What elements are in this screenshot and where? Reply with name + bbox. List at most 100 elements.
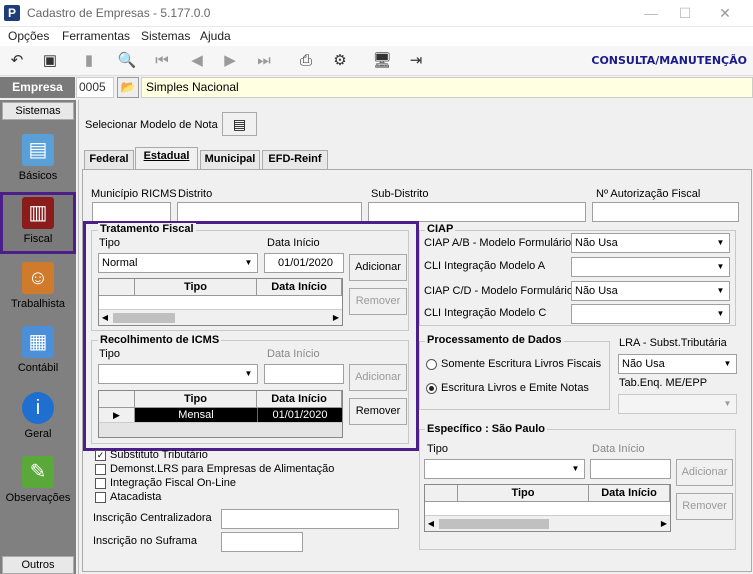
- check-demonst-lrs-label: Demonst.LRS para Empresas de Alimentação: [110, 463, 335, 475]
- municipio-ricms-input[interactable]: [92, 202, 171, 222]
- sidebar-header[interactable]: Sistemas: [2, 102, 74, 120]
- processamento-group: [419, 341, 610, 410]
- inscricao-suframa-input[interactable]: [221, 532, 303, 552]
- tratamento-remove-button[interactable]: Remover: [349, 288, 407, 315]
- open-folder-icon[interactable]: 📂: [117, 77, 139, 98]
- radio-escritura-emite[interactable]: [426, 383, 437, 394]
- select-model-icon[interactable]: ▤: [222, 112, 257, 136]
- print-icon[interactable]: ⎙: [294, 50, 318, 72]
- recolhimento-tipo-select[interactable]: ▼: [98, 364, 258, 384]
- process-icon[interactable]: ⚙: [328, 50, 352, 72]
- especifico-grid[interactable]: Tipo Data Início ◀ ▶: [424, 484, 671, 532]
- especifico-data-input[interactable]: [590, 459, 671, 479]
- exit-icon[interactable]: ⇥: [404, 50, 428, 72]
- tratamento-data-input[interactable]: 01/01/2020: [264, 253, 344, 273]
- sidebar-item-basicos[interactable]: ▤ Básicos: [0, 132, 76, 190]
- cli-a-select[interactable]: ▼: [571, 257, 730, 277]
- tratamento-grid[interactable]: Tipo Data Início ◀ ▶: [98, 278, 343, 326]
- sidebar-item-label: Trabalhista: [10, 298, 65, 310]
- especifico-add-button[interactable]: Adicionar: [676, 459, 733, 486]
- info-icon: i: [22, 392, 54, 424]
- tab-federal[interactable]: Federal: [84, 150, 134, 169]
- ciap-ab-select[interactable]: Não Usa ▼: [571, 233, 730, 253]
- scroll-thumb[interactable]: [113, 313, 175, 323]
- empresa-code-input[interactable]: 0005: [76, 77, 114, 98]
- sidebar-item-geral[interactable]: i Geral: [0, 390, 76, 448]
- row-tipo: Mensal: [178, 409, 214, 421]
- especifico-data-label: Data Início: [592, 443, 645, 455]
- municipio-ricms-label: Município RICMS: [91, 188, 177, 200]
- sidebar-item-fiscal[interactable]: ▥ Fiscal: [0, 192, 76, 254]
- recolhimento-remove-button[interactable]: Remover: [349, 398, 407, 425]
- tools-icon[interactable]: 🖥: [370, 50, 394, 72]
- chevron-down-icon: ▼: [244, 369, 253, 378]
- horizontal-scrollbar[interactable]: [99, 422, 342, 437]
- sidebar-item-contabil[interactable]: ▦ Contábil: [0, 324, 76, 382]
- tab-municipal[interactable]: Municipal: [200, 150, 260, 169]
- first-record-icon[interactable]: ⏮: [150, 50, 174, 72]
- grid-header-data: Data Início: [257, 391, 342, 408]
- tratamento-title: Tratamento Fiscal: [98, 223, 196, 235]
- radio-somente-escritura-label: Somente Escritura Livros Fiscais: [441, 358, 602, 370]
- scroll-left-icon[interactable]: ◀: [99, 310, 111, 325]
- scroll-right-icon[interactable]: ▶: [658, 516, 670, 531]
- undo-icon[interactable]: ↶: [5, 50, 29, 72]
- menu-ferramentas[interactable]: Ferramentas: [62, 29, 130, 43]
- check-integracao-online[interactable]: [95, 478, 106, 489]
- tab-efd-reinf[interactable]: EFD-Reinf: [262, 150, 328, 169]
- check-substituto[interactable]: ✓: [95, 450, 106, 461]
- sidebar: Sistemas ▤ Básicos ▥ Fiscal ☺ Trabalhist…: [0, 100, 76, 574]
- check-demonst-lrs[interactable]: [95, 464, 106, 475]
- menu-sistemas[interactable]: Sistemas: [141, 29, 190, 43]
- scroll-right-icon[interactable]: ▶: [330, 310, 342, 325]
- check-atacadista[interactable]: [95, 492, 106, 503]
- inscricao-centralizadora-input[interactable]: [221, 509, 399, 529]
- lra-label: LRA - Subst.Tributária: [619, 337, 727, 349]
- minimize-icon[interactable]: —: [636, 2, 666, 24]
- sidebar-item-observacoes[interactable]: ✎ Observações: [0, 454, 76, 512]
- recolhimento-grid[interactable]: Tipo Data Início ▶ Mensal 01/01/2020: [98, 390, 343, 438]
- close-icon[interactable]: ✕: [710, 2, 740, 24]
- horizontal-scrollbar[interactable]: ◀ ▶: [425, 515, 670, 531]
- cli-c-select[interactable]: ▼: [571, 304, 730, 324]
- new-document-icon[interactable]: ▮: [77, 50, 101, 72]
- radio-somente-escritura[interactable]: [426, 359, 437, 370]
- distrito-input[interactable]: [177, 202, 362, 222]
- especifico-tipo-select[interactable]: ▼: [424, 459, 585, 479]
- check-integracao-online-label: Integração Fiscal On-Line: [110, 477, 236, 489]
- sidebar-item-trabalhista[interactable]: ☺ Trabalhista: [0, 260, 76, 318]
- lra-select[interactable]: Não Usa ▼: [618, 354, 737, 374]
- scroll-thumb[interactable]: [439, 519, 549, 529]
- especifico-remove-button[interactable]: Remover: [676, 493, 733, 520]
- save-icon[interactable]: ▣: [38, 50, 62, 72]
- next-record-icon[interactable]: ▶: [218, 50, 242, 72]
- table-row[interactable]: Mensal 01/01/2020: [135, 408, 342, 422]
- last-record-icon[interactable]: ⏭: [252, 50, 276, 72]
- recolhimento-data-input[interactable]: [264, 364, 344, 384]
- maximize-icon[interactable]: ☐: [670, 2, 700, 24]
- recolhimento-add-button[interactable]: Adicionar: [349, 364, 407, 391]
- especifico-title: Específico : São Paulo: [425, 423, 547, 435]
- menu-ajuda[interactable]: Ajuda: [200, 29, 231, 43]
- subdistrito-input[interactable]: [368, 202, 586, 222]
- tab-enq-select[interactable]: ▼: [618, 394, 737, 414]
- scroll-left-icon[interactable]: ◀: [425, 516, 437, 531]
- tratamento-add-button[interactable]: Adicionar: [349, 254, 407, 281]
- grid-header-data: Data Início: [589, 485, 670, 502]
- menu-opcoes[interactable]: Opções: [8, 29, 49, 43]
- preview-icon[interactable]: 🔍: [115, 50, 139, 72]
- sidebar-item-label: Básicos: [18, 170, 58, 182]
- tratamento-tipo-select[interactable]: Normal ▼: [98, 253, 258, 273]
- tab-enq-label: Tab.Enq. ME/EPP: [619, 377, 708, 389]
- autorizacao-input[interactable]: [592, 202, 739, 222]
- tab-estadual[interactable]: Estadual: [135, 147, 198, 169]
- inscricao-suframa-label: Inscrição no Suframa: [93, 535, 197, 547]
- sidebar-footer-outros[interactable]: Outros: [2, 556, 74, 574]
- horizontal-scrollbar[interactable]: ◀ ▶: [99, 309, 342, 325]
- cli-c-label: CLI Integração Modelo C: [424, 307, 547, 319]
- previous-record-icon[interactable]: ◀: [185, 50, 209, 72]
- tratamento-tipo-label: Tipo: [99, 237, 120, 249]
- modelo-nota-label: Selecionar Modelo de Nota: [85, 119, 218, 131]
- cli-a-label: CLI Integração Modelo A: [424, 260, 546, 272]
- ciap-cd-select[interactable]: Não Usa ▼: [571, 281, 730, 301]
